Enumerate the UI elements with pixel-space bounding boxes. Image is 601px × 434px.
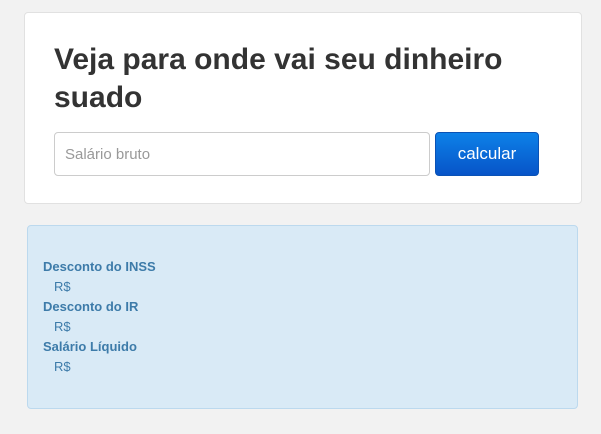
ir-discount-item: Desconto do IR R$ [43, 297, 577, 337]
page-title: Veja para onde vai seu dinheiro suado [54, 43, 503, 114]
inss-discount-item: Desconto do INSS R$ [43, 257, 577, 297]
results-panel: Desconto do INSS R$ Desconto do IR R$ Sa… [27, 225, 578, 409]
gross-salary-input[interactable] [54, 132, 430, 176]
net-salary-item: Salário Líquido R$ [43, 337, 577, 377]
calculate-button[interactable]: calcular [435, 132, 539, 176]
ir-discount-label: Desconto do IR [43, 299, 139, 314]
inss-discount-value: R$ [54, 279, 71, 294]
ir-discount-value: R$ [54, 319, 71, 334]
inss-discount-label: Desconto do INSS [43, 259, 156, 274]
calculator-card: Veja para onde vai seu dinheiro suado ca… [24, 12, 582, 204]
net-salary-value: R$ [54, 359, 71, 374]
net-salary-label: Salário Líquido [43, 339, 137, 354]
